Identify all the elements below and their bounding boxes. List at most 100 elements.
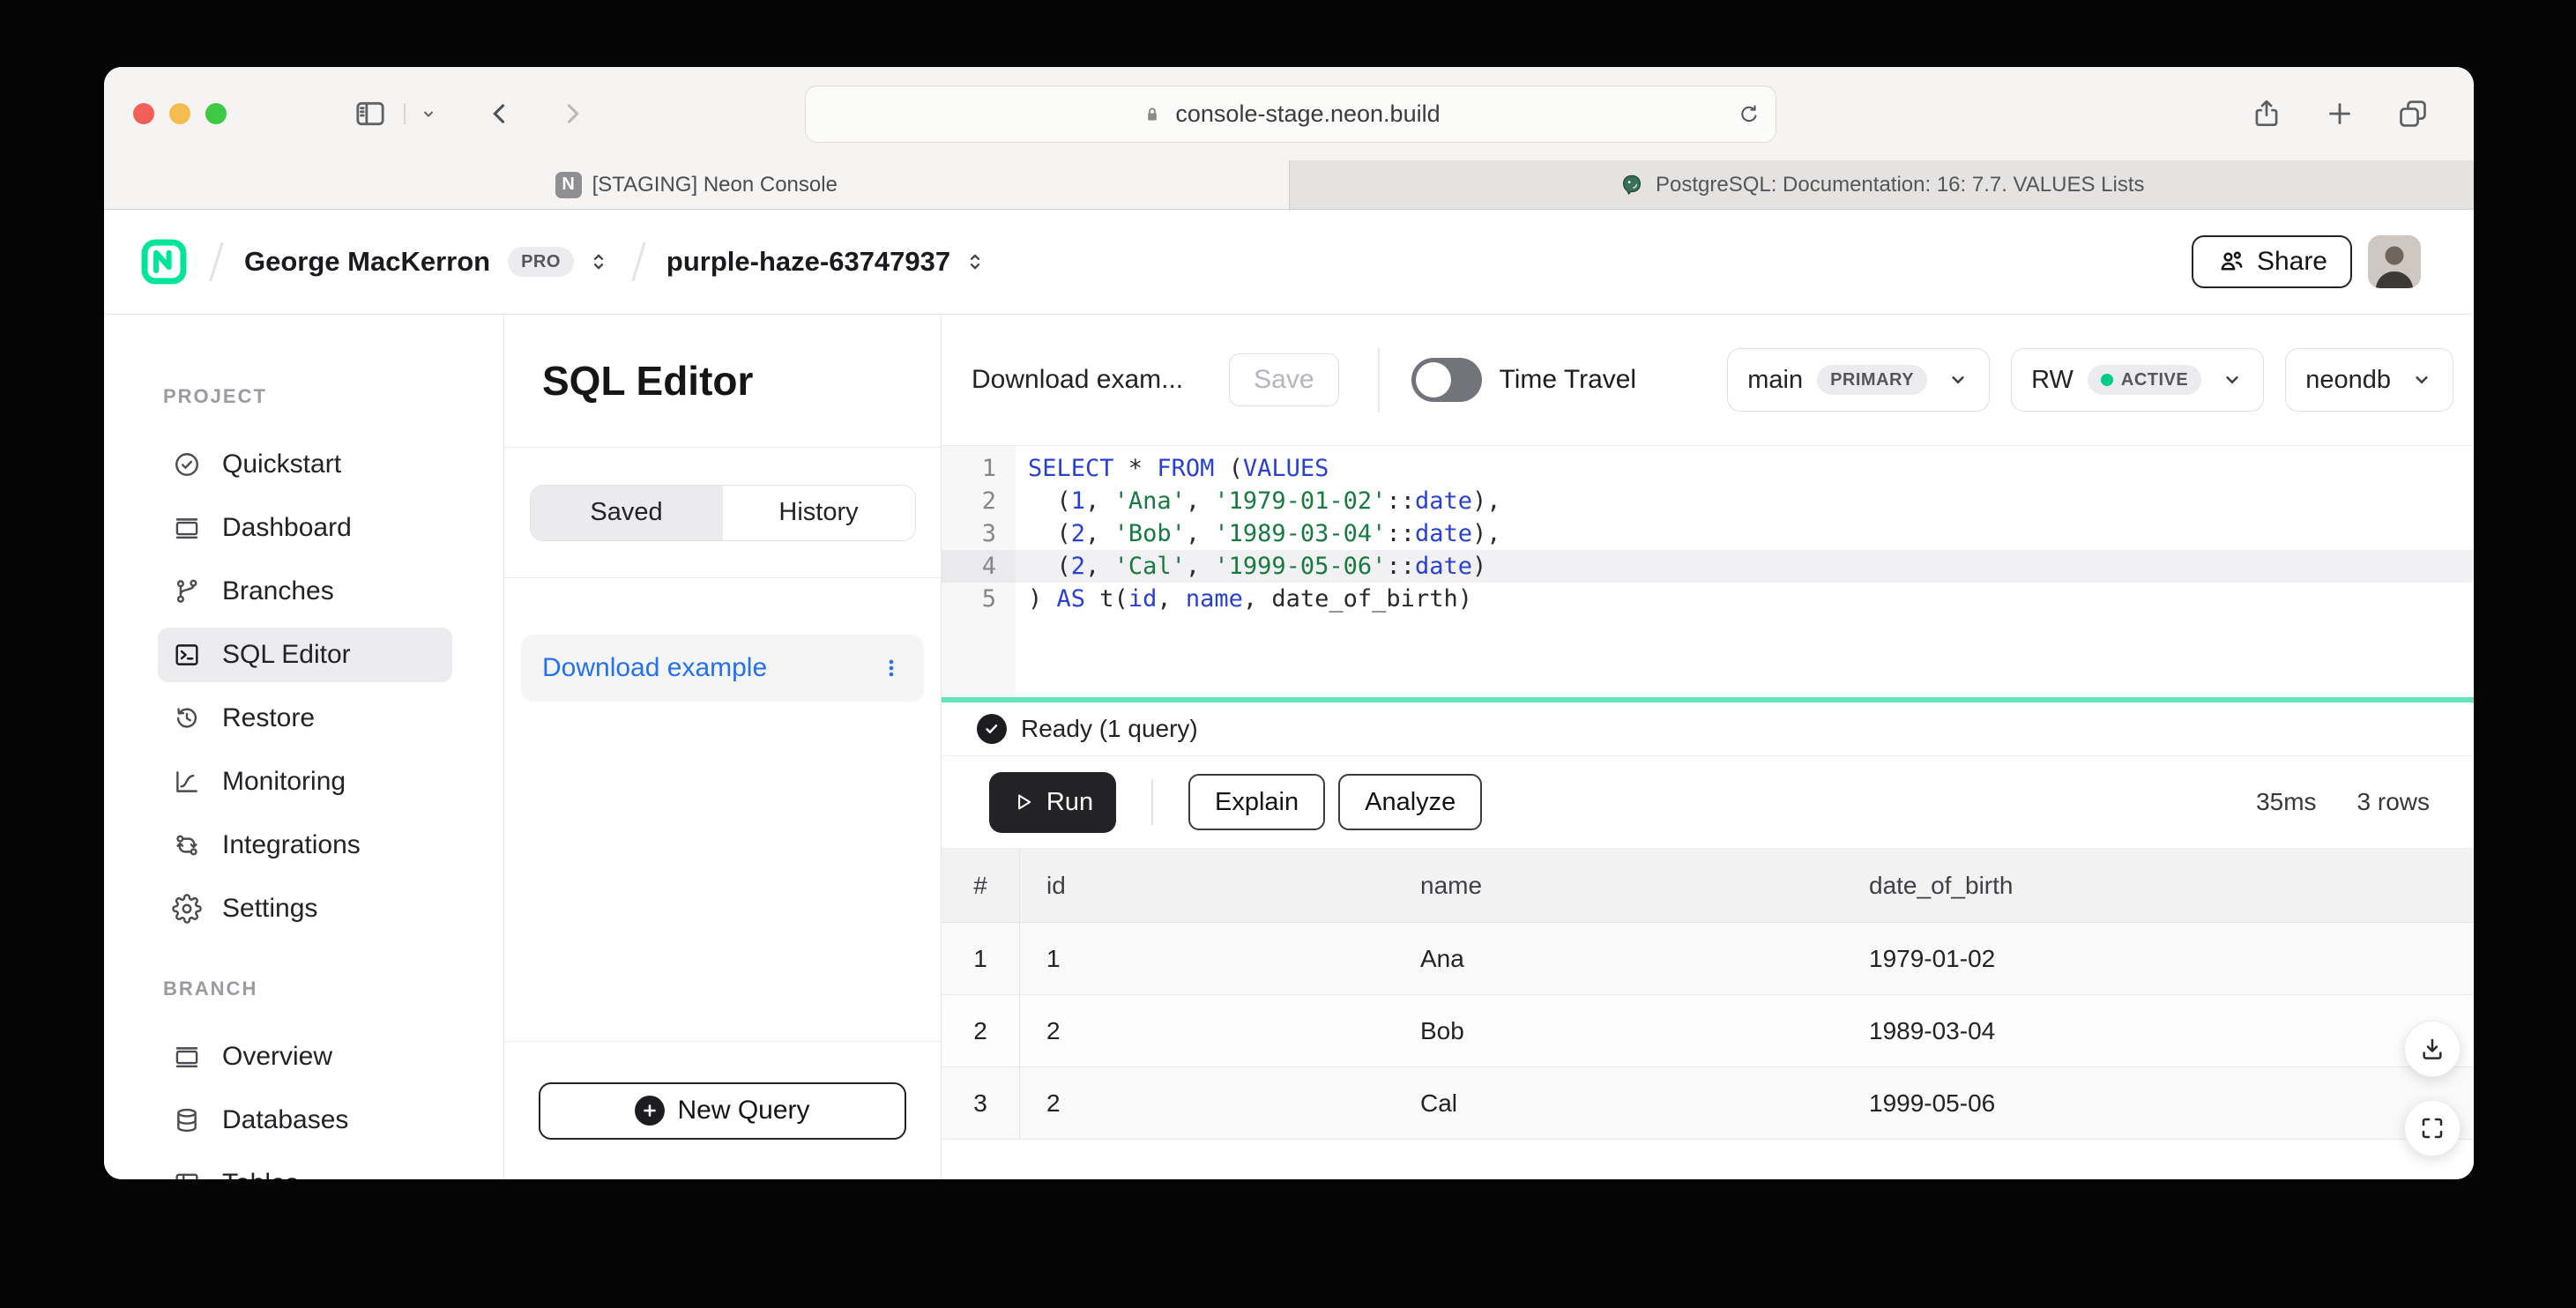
table-cell: Ana [1394,923,1843,995]
sidebar-item-label: Integrations [222,830,361,860]
download-results-button[interactable] [2404,1021,2461,1077]
share-page-icon[interactable] [2250,97,2283,130]
close-window-button[interactable] [133,103,154,124]
databases-icon [172,1105,202,1135]
code-line[interactable]: 3 (2, 'Bob', '1989-03-04'::date), [942,517,2474,550]
branch-select[interactable]: main PRIMARY [1727,348,1990,412]
sidebar-item-integrations[interactable]: Integrations [104,814,503,877]
sidebar-chevron-down-icon[interactable] [404,103,439,124]
context-selectors: main PRIMARY RW ACTIVE [1727,348,2453,412]
sidebar-item-overview[interactable]: Overview [104,1025,503,1089]
sidebar-item-dashboard[interactable]: Dashboard [104,496,503,560]
sidebar-item-restore[interactable]: Restore [104,687,503,750]
expand-results-button[interactable] [2404,1100,2461,1156]
new-query-section: New Query [504,1041,941,1179]
minimize-window-button[interactable] [169,103,190,124]
lock-icon [1141,103,1164,126]
code-line[interactable]: 4 (2, 'Cal', '1999-05-06'::date) [942,550,2474,583]
save-button[interactable]: Save [1229,353,1338,406]
sidebar-item-sql-editor[interactable]: SQL Editor [104,623,503,687]
time-travel-toggle[interactable] [1411,358,1482,402]
code-line[interactable]: 1SELECT * FROM (VALUES [942,452,2474,485]
neon-logo[interactable] [139,237,189,286]
dashboard-icon [172,513,202,543]
actions-divider [1151,779,1153,825]
status-text: Ready (1 query) [1021,715,1198,743]
postgresql-favicon [1619,172,1645,198]
url-text: console-stage.neon.build [1175,100,1440,128]
queries-panel: SQL Editor Saved History Download exampl… [504,315,942,1179]
compute-select[interactable]: RW ACTIVE [2011,348,2264,412]
line-number: 3 [942,517,1016,550]
tab-overview-icon[interactable] [2396,97,2430,130]
queries-tabs-wrap: Saved History [504,448,941,578]
sidebar-item-label: Monitoring [222,767,346,797]
sidebar-item-label: Tables [222,1169,299,1179]
plus-circle-icon [635,1096,665,1126]
settings-icon [172,894,202,924]
kebab-menu-icon[interactable] [880,657,903,680]
org-switcher-chevrons-icon[interactable] [586,249,611,274]
tab-title: [STAGING] Neon Console [592,173,838,197]
database-select[interactable]: neondb [2285,348,2453,412]
org-name[interactable]: George MacKerron [244,246,490,278]
saved-query-item[interactable]: Download example [521,635,924,702]
saved-queries-list: Download example [504,578,941,1041]
table-cell: Bob [1394,995,1843,1067]
tab-postgresql-docs[interactable]: PostgreSQL: Documentation: 16: 7.7. VALU… [1289,160,2475,209]
table-cell: 1 [942,923,1020,995]
new-tab-icon[interactable] [2324,98,2356,130]
table-cell: 2 [942,995,1020,1067]
new-query-button[interactable]: New Query [539,1082,906,1140]
project-switcher-chevrons-icon[interactable] [963,249,987,274]
line-number: 2 [942,485,1016,517]
tab-saved[interactable]: Saved [531,486,723,540]
sidebar-item-label: Restore [222,703,315,733]
table-cell: 1 [1020,923,1394,995]
people-icon [2216,247,2246,277]
table-cell: 1999-05-06 [1843,1067,2474,1140]
user-avatar[interactable] [2368,235,2421,288]
code-line[interactable]: 5) AS t(id, name, date_of_birth) [942,583,2474,615]
table-cell: 1979-01-02 [1843,923,2474,995]
sidebar-item-settings[interactable]: Settings [104,877,503,940]
analyze-button[interactable]: Analyze [1338,774,1482,830]
topbar-divider [1378,347,1380,412]
browser-window: console-stage.neon.build N [104,67,2474,1179]
sidebar-item-tables[interactable]: Tables [104,1152,503,1179]
run-button[interactable]: Run [989,772,1116,833]
forward-button-icon[interactable] [557,99,587,129]
code-editor[interactable]: 1SELECT * FROM (VALUES2 (1, 'Ana', '1979… [942,446,2474,697]
sidebar-item-quickstart[interactable]: Quickstart [104,433,503,496]
sidebar-item-label: Dashboard [222,513,352,543]
sidebar-item-label: SQL Editor [222,640,351,670]
table-cell: 3 [942,1067,1020,1140]
query-duration: 35ms [2256,788,2316,816]
sidebar-item-monitoring[interactable]: Monitoring [104,750,503,814]
sidebar-toggle-icon[interactable] [353,96,388,131]
page-title: SQL Editor [504,315,941,448]
app-body: PROJECTQuickstartDashboardBranchesSQL Ed… [104,315,2474,1179]
branches-icon [172,576,202,606]
table-cell: 1989-03-04 [1843,995,2474,1067]
code-lines: 1SELECT * FROM (VALUES2 (1, 'Ana', '1979… [942,452,2474,615]
explain-button[interactable]: Explain [1188,774,1325,830]
share-button[interactable]: Share [2192,235,2352,288]
tab-neon-console[interactable]: N [STAGING] Neon Console [104,160,1289,209]
line-number: 4 [942,550,1016,583]
sidebar-item-branches[interactable]: Branches [104,560,503,623]
org-plan-badge: PRO [508,247,574,277]
reload-icon[interactable] [1737,102,1761,127]
database-value: neondb [2305,366,2391,395]
sidebar-nav: PROJECTQuickstartDashboardBranchesSQL Ed… [104,315,504,1179]
sidebar-item-databases[interactable]: Databases [104,1089,503,1152]
monitoring-icon [172,767,202,797]
line-number: 1 [942,452,1016,485]
run-label: Run [1046,788,1093,817]
tab-history[interactable]: History [723,486,915,540]
address-bar[interactable]: console-stage.neon.build [805,85,1776,143]
zoom-window-button[interactable] [205,103,227,124]
code-line[interactable]: 2 (1, 'Ana', '1979-01-02'::date), [942,485,2474,517]
project-name[interactable]: purple-haze-63747937 [666,246,950,278]
back-button-icon[interactable] [485,99,515,129]
